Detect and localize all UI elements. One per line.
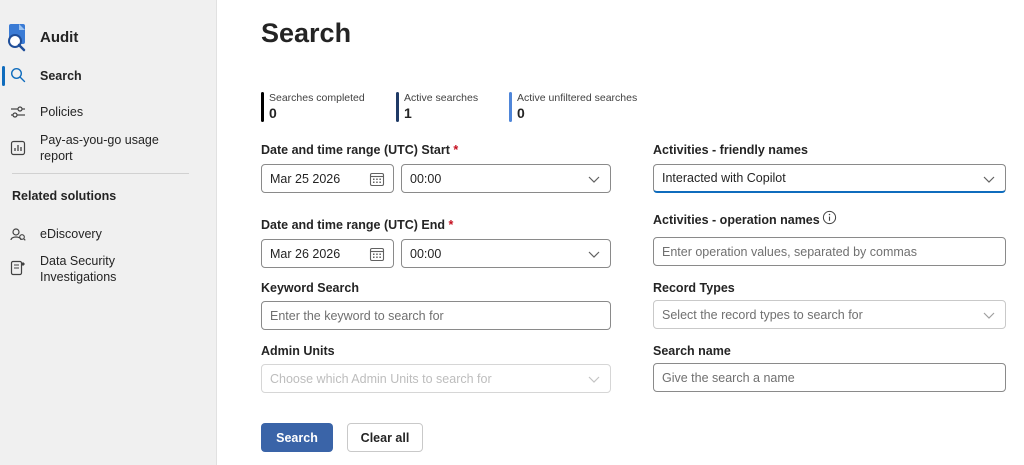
sidebar-item-ediscovery[interactable]: eDiscovery xyxy=(0,224,217,244)
stat-bar xyxy=(396,92,399,122)
required-marker: * xyxy=(448,218,454,232)
sidebar-item-pay-as-you-go[interactable]: Pay-as-you-go usage report xyxy=(0,131,217,165)
admin-units-label: Admin Units xyxy=(261,344,335,358)
chevron-down-icon xyxy=(983,176,995,183)
end-range-label-text: Date and time range (UTC) End xyxy=(261,218,446,232)
search-name-placeholder: Give the search a name xyxy=(662,370,795,385)
chevron-down-icon xyxy=(588,376,600,383)
stat-value: 0 xyxy=(269,105,277,121)
activities-operation-names-placeholder: Enter operation values, separated by com… xyxy=(662,244,917,259)
search-icon xyxy=(10,67,26,83)
stat-searches-completed: Searches completed 0 xyxy=(261,92,365,122)
end-time-dropdown[interactable]: 00:00 xyxy=(401,239,611,268)
search-name-label: Search name xyxy=(653,344,731,358)
start-time-dropdown[interactable]: 00:00 xyxy=(401,164,611,193)
calendar-icon[interactable] xyxy=(369,171,385,187)
related-solutions-heading: Related solutions xyxy=(12,189,117,203)
search-name-input[interactable]: Give the search a name xyxy=(653,363,1006,392)
sidebar-item-label: eDiscovery xyxy=(40,227,102,241)
page-title: Search xyxy=(261,18,352,48)
keyword-search-placeholder: Enter the keyword to search for xyxy=(270,308,444,323)
activities-friendly-names-value: Interacted with Copilot xyxy=(662,171,786,185)
sidebar-item-policies[interactable]: Policies xyxy=(0,102,217,122)
admin-units-placeholder: Choose which Admin Units to search for xyxy=(270,371,492,386)
end-time-value: 00:00 xyxy=(410,246,442,261)
stat-bar xyxy=(509,92,512,122)
chevron-down-icon xyxy=(588,251,600,258)
stat-value: 1 xyxy=(404,105,412,121)
admin-units-dropdown[interactable]: Choose which Admin Units to search for xyxy=(261,364,611,393)
activities-friendly-names-label: Activities - friendly names xyxy=(653,143,808,157)
end-date-value: Mar 26 2026 xyxy=(270,246,341,261)
end-date-picker[interactable]: Mar 26 2026 xyxy=(261,239,394,268)
sidebar-item-label: Data Security Investigations xyxy=(40,254,117,284)
sidebar-item-search[interactable]: Search xyxy=(0,66,217,86)
start-date-picker[interactable]: Mar 25 2026 xyxy=(261,164,394,193)
clear-all-button[interactable]: Clear all xyxy=(347,423,423,452)
sidebar-item-label: Policies xyxy=(40,105,84,119)
activities-operation-names-label: Activities - operation names xyxy=(653,213,820,227)
audit-logo-icon xyxy=(8,24,26,52)
stat-value: 0 xyxy=(517,105,525,121)
stat-label: Active searches xyxy=(404,92,479,104)
stat-label: Active unfiltered searches xyxy=(517,92,638,104)
end-range-label: Date and time range (UTC) End * xyxy=(261,218,453,232)
sidebar-divider xyxy=(12,173,189,174)
stat-bar xyxy=(261,92,264,122)
ediscovery-icon xyxy=(10,228,26,241)
sidebar: Audit Search Policies Pay-as-you-go usag… xyxy=(0,0,217,465)
sliders-icon xyxy=(11,106,25,118)
record-types-placeholder: Select the record types to search for xyxy=(662,307,863,322)
keyword-search-input[interactable]: Enter the keyword to search for xyxy=(261,301,611,330)
stat-active-searches: Active searches 1 xyxy=(396,92,478,122)
app-title: Audit xyxy=(40,28,79,46)
start-range-label: Date and time range (UTC) Start * xyxy=(261,143,458,157)
chevron-down-icon xyxy=(983,312,995,319)
info-icon[interactable] xyxy=(822,210,837,225)
search-button[interactable]: Search xyxy=(261,423,333,452)
stat-label: Searches completed xyxy=(269,92,365,104)
record-types-dropdown[interactable]: Select the record types to search for xyxy=(653,300,1006,329)
start-range-label-text: Date and time range (UTC) Start xyxy=(261,143,450,157)
required-marker: * xyxy=(453,143,459,157)
stat-active-unfiltered-searches: Active unfiltered searches 0 xyxy=(509,92,637,122)
chevron-down-icon xyxy=(588,176,600,183)
sidebar-item-data-security-investigations[interactable]: Data Security Investigations xyxy=(0,253,217,287)
keyword-search-label: Keyword Search xyxy=(261,281,359,295)
sidebar-item-label: Pay-as-you-go usage report xyxy=(40,133,159,163)
app-header: Audit xyxy=(6,22,78,52)
active-indicator xyxy=(2,66,5,86)
activities-friendly-names-dropdown[interactable]: Interacted with Copilot xyxy=(653,164,1006,193)
sidebar-item-label: Search xyxy=(40,69,82,83)
chart-icon xyxy=(10,140,26,156)
record-types-label: Record Types xyxy=(653,281,735,295)
activities-operation-names-input[interactable]: Enter operation values, separated by com… xyxy=(653,237,1006,266)
calendar-icon[interactable] xyxy=(369,246,385,262)
start-time-value: 00:00 xyxy=(410,171,442,186)
investigation-icon xyxy=(10,260,25,276)
start-date-value: Mar 25 2026 xyxy=(270,171,341,186)
